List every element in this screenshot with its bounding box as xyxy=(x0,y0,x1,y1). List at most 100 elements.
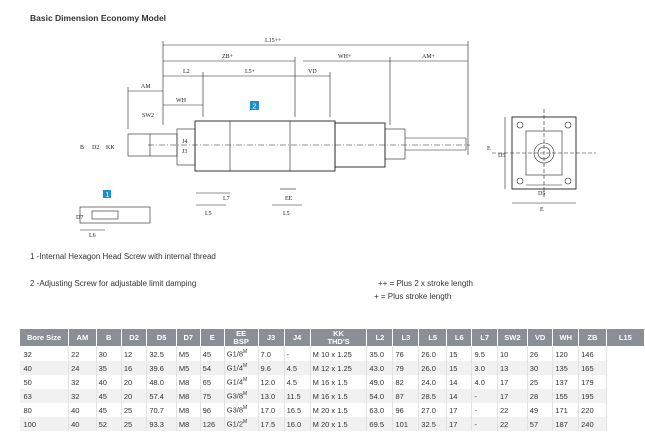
table-cell: 9.5 xyxy=(471,346,498,361)
table-cell: 63.0 xyxy=(366,403,394,417)
label-zb: ZB+ xyxy=(222,54,234,60)
table-cell: 45 xyxy=(96,389,122,403)
table-cell: 155 xyxy=(552,389,580,403)
label-l6: L6 xyxy=(89,233,96,239)
label-kk: KK xyxy=(106,145,115,151)
table-cell: 26.0 xyxy=(418,346,448,361)
label-e-side: E xyxy=(487,146,491,152)
table-cell: 70.7 xyxy=(146,403,177,417)
table-cell: 100 xyxy=(19,417,70,431)
table-cell: 93.3 xyxy=(146,417,177,431)
table-cell: 17.0 xyxy=(258,403,285,417)
table-cell: G1/2M xyxy=(224,417,259,431)
table-cell: M 16 x 1.5 xyxy=(310,389,368,403)
table-cell: 135 xyxy=(552,361,580,375)
note-plus-1: + = Plus stroke length xyxy=(374,292,452,301)
table-cell: G1/4M xyxy=(224,361,259,375)
table-cell: 22 xyxy=(497,417,528,431)
table-cell: 14 xyxy=(446,389,473,403)
label-vd: VD xyxy=(308,69,317,75)
table-row: 32 22 30 12 32.5 M5 45 G1/8M 7.0- M 10 x 1.25 35.0… xyxy=(19,346,645,361)
table-cell: 25 xyxy=(527,375,554,389)
label-e-bottom: E xyxy=(540,207,544,213)
table-cell: 20 xyxy=(121,389,148,403)
table-cell: 45 xyxy=(200,346,225,361)
table-cell: 35 xyxy=(96,361,122,375)
page-title: Basic Dimension Economy Model xyxy=(30,13,167,23)
table-cell: 4.5 xyxy=(284,361,311,375)
table-cell: M 20 x 1.5 xyxy=(310,403,368,417)
label-j4: J4 xyxy=(182,139,187,145)
table-cell: 43.0 xyxy=(366,361,394,375)
table-header-cell: L3 xyxy=(392,328,420,347)
table-cell: 96 xyxy=(392,403,420,417)
table-cell: 49 xyxy=(527,403,554,417)
table-cell: M8 xyxy=(176,417,201,431)
table-cell: G3/8M xyxy=(224,403,259,417)
label-wh: WH xyxy=(176,98,187,104)
table-cell: 40 xyxy=(19,361,70,375)
table-cell: 195 xyxy=(578,389,607,403)
table-cell: 13 xyxy=(497,361,528,375)
dimension-drawing: L15++ ZB+ WH+ AM+ L2 L5+ VD AM WH SW2 B … xyxy=(76,38,596,239)
label-am-top: AM+ xyxy=(422,54,436,60)
table-cell: 80 xyxy=(19,403,70,417)
table-header-cell: SW2 xyxy=(497,328,528,347)
table-cell: 17 xyxy=(497,375,528,389)
table-cell: 63 xyxy=(19,389,70,403)
label-d7: D7 xyxy=(76,215,83,221)
table-cell: 39.6 xyxy=(146,361,177,375)
table-cell: 15 xyxy=(446,361,473,375)
table-header-cell: AM xyxy=(68,328,97,347)
table-cell: 28 xyxy=(527,389,554,403)
table-cell: M8 xyxy=(176,375,201,389)
table-cell: - xyxy=(284,346,311,361)
table-header-cell: D7 xyxy=(175,328,201,347)
table-cell: 14 xyxy=(446,375,473,389)
table-cell: 27.0 xyxy=(418,403,448,417)
table-cell: M 10 x 1.25 xyxy=(310,346,368,361)
table-cell: G1/4M xyxy=(224,375,259,389)
table-header-row: Bore Size AM B D2 D5 D7 E EE BSP J3 J4 KK THD'S L2 L3 L… xyxy=(18,328,645,347)
table-cell: 57 xyxy=(527,417,554,431)
table-cell: 120 xyxy=(552,346,580,361)
table-cell: 17 xyxy=(497,389,528,403)
table-cell: 13.0 xyxy=(258,389,285,403)
table-cell: 32.5 xyxy=(418,417,448,431)
table-cell: 4.0 xyxy=(471,375,498,389)
table-cell: 28.5 xyxy=(418,389,448,403)
label-l5-plus: L5+ xyxy=(245,69,256,75)
table-cell: - xyxy=(471,417,498,431)
table-header-cell: B xyxy=(95,328,122,347)
table-cell: 32 xyxy=(68,375,97,389)
table-cell: 137 xyxy=(552,375,580,389)
table-cell: 16.5 xyxy=(284,403,311,417)
table-cell: 171 xyxy=(552,403,580,417)
table-header-cell: E xyxy=(199,328,225,347)
table-cell: 40 xyxy=(68,417,97,431)
table-cell: 49.0 xyxy=(366,375,394,389)
note-plus-2: ++ = Plus 2 x stroke length xyxy=(378,279,473,288)
table-cell: 179 xyxy=(578,375,607,389)
table-header-cell: L6 xyxy=(446,328,473,347)
table-cell: 16 xyxy=(121,361,148,375)
table-cell: 9.6 xyxy=(258,361,285,375)
table-row: 40 24 35 16 39.6 M5 54 G1/4M 9.6 4.5 M 12 x 1.25 43… xyxy=(19,361,645,375)
table-cell: 32 xyxy=(19,346,70,361)
table-cell: 165 xyxy=(578,361,607,375)
table-cell: M 16 x 1.5 xyxy=(310,375,368,389)
table-header-cell: VD xyxy=(526,328,554,347)
table-row: 63 32 45 20 57.4 M8 75 G3/8M 13.0 11.5 M 16 x 1.5 5… xyxy=(19,389,645,403)
label-am: AM xyxy=(141,84,151,90)
table-cell: 32.5 xyxy=(146,346,177,361)
table-header-cell: WH xyxy=(552,328,580,347)
table-cell: 7.0 xyxy=(258,346,285,361)
label-d5-side: D5 xyxy=(498,153,505,159)
table-cell: 48.0 xyxy=(146,375,177,389)
table-cell: 40 xyxy=(96,375,122,389)
table-cell: - xyxy=(471,389,498,403)
table-cell: 240 xyxy=(578,417,607,431)
table-cell: 54.0 xyxy=(366,389,394,403)
table-cell: M 20 x 1.5 xyxy=(310,417,368,431)
table-cell: 54 xyxy=(200,361,225,375)
